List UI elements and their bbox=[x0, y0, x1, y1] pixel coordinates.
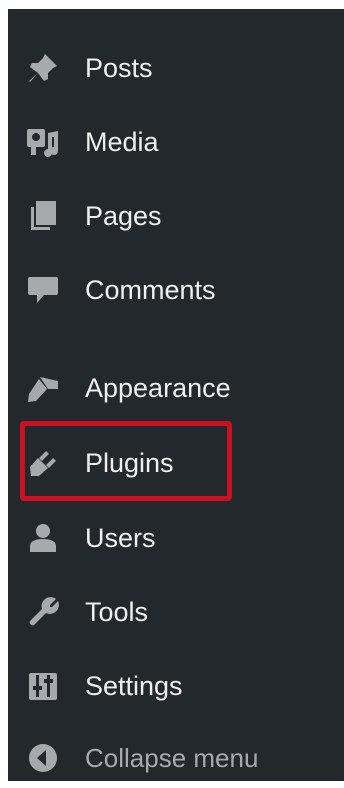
user-icon bbox=[26, 521, 60, 555]
wrench-icon bbox=[26, 595, 60, 629]
menu-item-plugins[interactable]: Plugins bbox=[8, 438, 344, 486]
menu-item-label: Plugins bbox=[85, 448, 174, 478]
media-icon bbox=[26, 125, 60, 159]
menu-item-media[interactable]: Media bbox=[8, 117, 344, 165]
plug-icon bbox=[26, 446, 60, 480]
collapse-menu-button[interactable]: Collapse menu bbox=[8, 733, 344, 781]
menu-item-label: Appearance bbox=[85, 373, 231, 403]
menu-item-label: Media bbox=[85, 127, 159, 157]
paintbrush-icon bbox=[26, 371, 60, 405]
pin-icon bbox=[26, 51, 60, 85]
collapse-arrow-icon bbox=[26, 741, 60, 775]
menu-item-pages[interactable]: Pages bbox=[8, 191, 344, 239]
menu-item-tools[interactable]: Tools bbox=[8, 587, 344, 635]
menu-item-label: Settings bbox=[85, 671, 183, 701]
pages-icon bbox=[26, 199, 60, 233]
menu-item-comments[interactable]: Comments bbox=[8, 265, 344, 313]
sliders-icon bbox=[26, 669, 60, 703]
menu-item-label: Pages bbox=[85, 201, 162, 231]
menu-item-settings[interactable]: Settings bbox=[8, 661, 344, 709]
menu-item-label: Users bbox=[85, 523, 156, 553]
collapse-menu-label: Collapse menu bbox=[85, 743, 259, 773]
menu-item-label: Posts bbox=[85, 53, 153, 83]
menu-item-label: Comments bbox=[85, 275, 216, 305]
comment-icon bbox=[26, 273, 60, 307]
menu-item-posts[interactable]: Posts bbox=[8, 43, 344, 91]
admin-sidebar-menu: Posts Media Pages Comments Appearance Pl… bbox=[8, 9, 344, 781]
menu-item-label: Tools bbox=[85, 597, 149, 627]
menu-item-users[interactable]: Users bbox=[8, 513, 344, 561]
menu-item-appearance[interactable]: Appearance bbox=[8, 363, 344, 411]
